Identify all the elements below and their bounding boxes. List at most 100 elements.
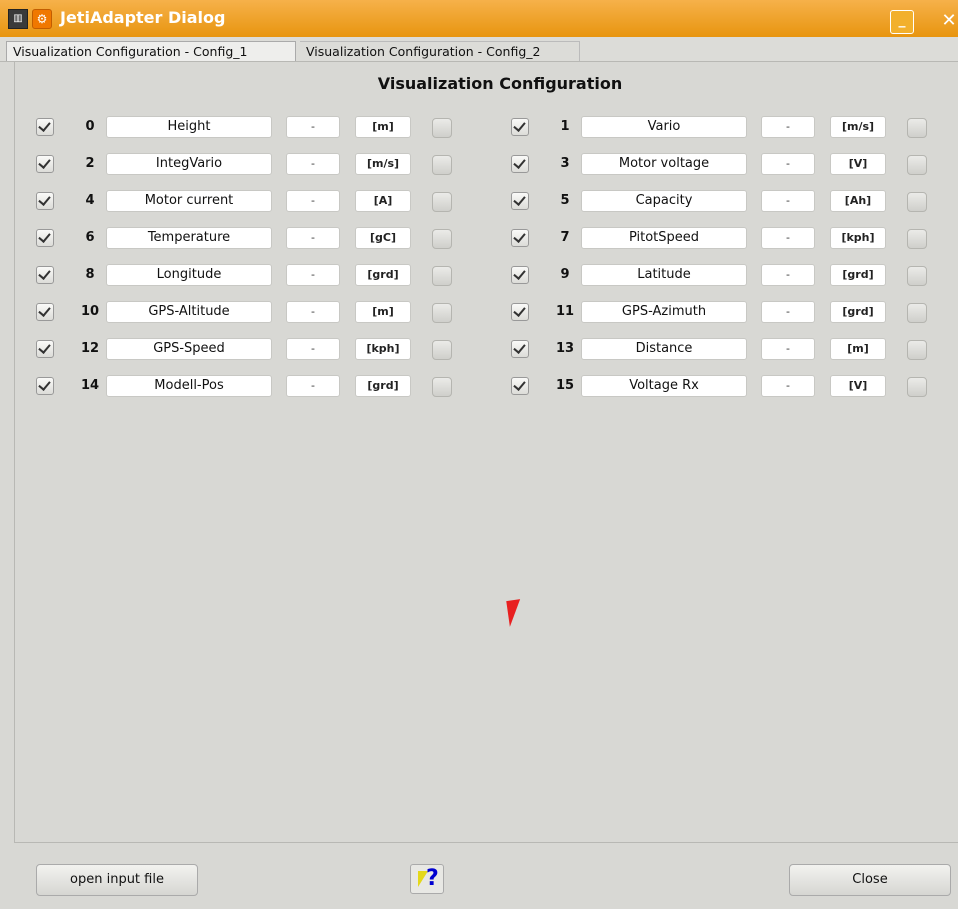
sensor-checkbox[interactable] — [36, 118, 54, 136]
sensor-name-field[interactable]: GPS-Speed — [106, 338, 272, 360]
sensor-value-field[interactable]: - — [286, 338, 340, 360]
sensor-index: 7 — [560, 230, 570, 245]
sensor-value-field[interactable]: - — [286, 264, 340, 286]
sensor-checkbox[interactable] — [511, 155, 529, 173]
sensor-unit-field[interactable]: [V] — [830, 153, 886, 175]
sensor-name-field[interactable]: Vario — [581, 116, 747, 138]
page-title: Visualization Configuration — [377, 74, 623, 93]
sensor-unit-field[interactable]: [m/s] — [355, 153, 411, 175]
sensor-name-field[interactable]: GPS-Altitude — [106, 301, 272, 323]
sensor-checkbox[interactable] — [36, 303, 54, 321]
sensor-checkbox[interactable] — [511, 229, 529, 247]
sensor-unit-field[interactable]: [gC] — [355, 227, 411, 249]
sensor-value-field[interactable]: - — [761, 375, 815, 397]
sensor-name-field[interactable]: Capacity — [581, 190, 747, 212]
sensor-unit-field[interactable]: [A] — [355, 190, 411, 212]
sensor-name-field[interactable]: Distance — [581, 338, 747, 360]
sensor-value-field[interactable]: - — [761, 338, 815, 360]
sensor-flag-toggle[interactable] — [432, 340, 452, 360]
sensor-flag-toggle[interactable] — [432, 266, 452, 286]
sensor-checkbox[interactable] — [36, 229, 54, 247]
sensor-value-field[interactable]: - — [286, 190, 340, 212]
sensor-value-field[interactable]: - — [286, 301, 340, 323]
sensor-unit-field[interactable]: [m] — [355, 116, 411, 138]
sensor-checkbox[interactable] — [511, 340, 529, 358]
sensor-unit-field[interactable]: [grd] — [830, 264, 886, 286]
sensor-unit-field[interactable]: [m] — [355, 301, 411, 323]
sensor-name-field[interactable]: IntegVario — [106, 153, 272, 175]
sensor-value-field[interactable]: - — [286, 153, 340, 175]
sensor-name-field[interactable]: Height — [106, 116, 272, 138]
sensor-unit-field[interactable]: [m] — [830, 338, 886, 360]
whats-this-help-icon: ? — [426, 866, 439, 891]
sensor-flag-toggle[interactable] — [432, 303, 452, 323]
close-window-button[interactable]: ✕ — [938, 10, 958, 32]
sensor-flag-toggle[interactable] — [432, 192, 452, 212]
sensor-checkbox[interactable] — [511, 303, 529, 321]
sensor-flag-toggle[interactable] — [907, 340, 927, 360]
settings-icon[interactable]: ⚙ — [32, 9, 52, 29]
sensor-unit-field[interactable]: [Ah] — [830, 190, 886, 212]
sensor-value-field[interactable]: - — [761, 153, 815, 175]
minimize-button[interactable]: _ — [890, 10, 914, 34]
sensor-value-field[interactable]: - — [286, 375, 340, 397]
sensor-index: 0 — [85, 119, 95, 134]
sensor-flag-toggle[interactable] — [432, 229, 452, 249]
sensor-unit-field[interactable]: [V] — [830, 375, 886, 397]
sensor-unit-field[interactable]: [m/s] — [830, 116, 886, 138]
sensor-checkbox[interactable] — [511, 192, 529, 210]
sensor-name-field[interactable]: Temperature — [106, 227, 272, 249]
sensor-name-field[interactable]: Motor current — [106, 190, 272, 212]
app-icon[interactable]: ▥ — [8, 9, 28, 29]
sensor-checkbox[interactable] — [36, 192, 54, 210]
sensor-flag-toggle[interactable] — [907, 192, 927, 212]
sensor-flag-toggle[interactable] — [432, 118, 452, 138]
sensor-value-field[interactable]: - — [761, 264, 815, 286]
tab-bar: Visualization Configuration - Config_1 V… — [0, 37, 958, 62]
sensor-value-field[interactable]: - — [761, 227, 815, 249]
sensor-checkbox[interactable] — [36, 377, 54, 395]
sensor-flag-toggle[interactable] — [907, 303, 927, 323]
sensor-name-field[interactable]: Longitude — [106, 264, 272, 286]
sensor-unit-field[interactable]: [grd] — [355, 375, 411, 397]
sensor-flag-toggle[interactable] — [432, 155, 452, 175]
tab-config-1[interactable]: Visualization Configuration - Config_1 — [6, 41, 296, 61]
sensor-flag-toggle[interactable] — [907, 229, 927, 249]
sensor-checkbox[interactable] — [511, 266, 529, 284]
open-input-file-button[interactable]: open input file — [36, 864, 198, 896]
sensor-value-field[interactable]: - — [761, 116, 815, 138]
close-button[interactable]: Close — [789, 864, 951, 896]
sensor-value-field[interactable]: - — [286, 227, 340, 249]
tab-config-2[interactable]: Visualization Configuration - Config_2 — [300, 41, 580, 61]
sensor-index: 1 — [560, 119, 570, 134]
sensor-index: 11 — [555, 304, 575, 319]
sensor-unit-field[interactable]: [grd] — [355, 264, 411, 286]
whats-this-help-button[interactable]: ? — [410, 864, 444, 894]
sensor-name-field[interactable]: Modell-Pos — [106, 375, 272, 397]
sensor-checkbox[interactable] — [511, 377, 529, 395]
sensor-index: 10 — [80, 304, 100, 319]
sensor-checkbox[interactable] — [36, 340, 54, 358]
sensor-name-field[interactable]: Voltage Rx — [581, 375, 747, 397]
sensor-name-field[interactable]: Motor voltage — [581, 153, 747, 175]
sensor-unit-field[interactable]: [kph] — [355, 338, 411, 360]
sensor-value-field[interactable]: - — [761, 190, 815, 212]
sensor-flag-toggle[interactable] — [907, 118, 927, 138]
sensor-unit-field[interactable]: [grd] — [830, 301, 886, 323]
sensor-flag-toggle[interactable] — [907, 155, 927, 175]
sensor-flag-toggle[interactable] — [907, 266, 927, 286]
sensor-checkbox[interactable] — [511, 118, 529, 136]
sensor-checkbox[interactable] — [36, 266, 54, 284]
sensor-name-field[interactable]: Latitude — [581, 264, 747, 286]
sensor-name-field[interactable]: PitotSpeed — [581, 227, 747, 249]
sensor-unit-field[interactable]: [kph] — [830, 227, 886, 249]
sensor-value-field[interactable]: - — [761, 301, 815, 323]
sensor-checkbox[interactable] — [36, 155, 54, 173]
sensor-flag-toggle[interactable] — [432, 377, 452, 397]
sensor-name-field[interactable]: GPS-Azimuth — [581, 301, 747, 323]
sensor-value-field[interactable]: - — [286, 116, 340, 138]
sensor-flag-toggle[interactable] — [907, 377, 927, 397]
config-panel: Visualization Configuration — [14, 62, 958, 842]
sensor-index: 3 — [560, 156, 570, 171]
sensor-index: 8 — [85, 267, 95, 282]
